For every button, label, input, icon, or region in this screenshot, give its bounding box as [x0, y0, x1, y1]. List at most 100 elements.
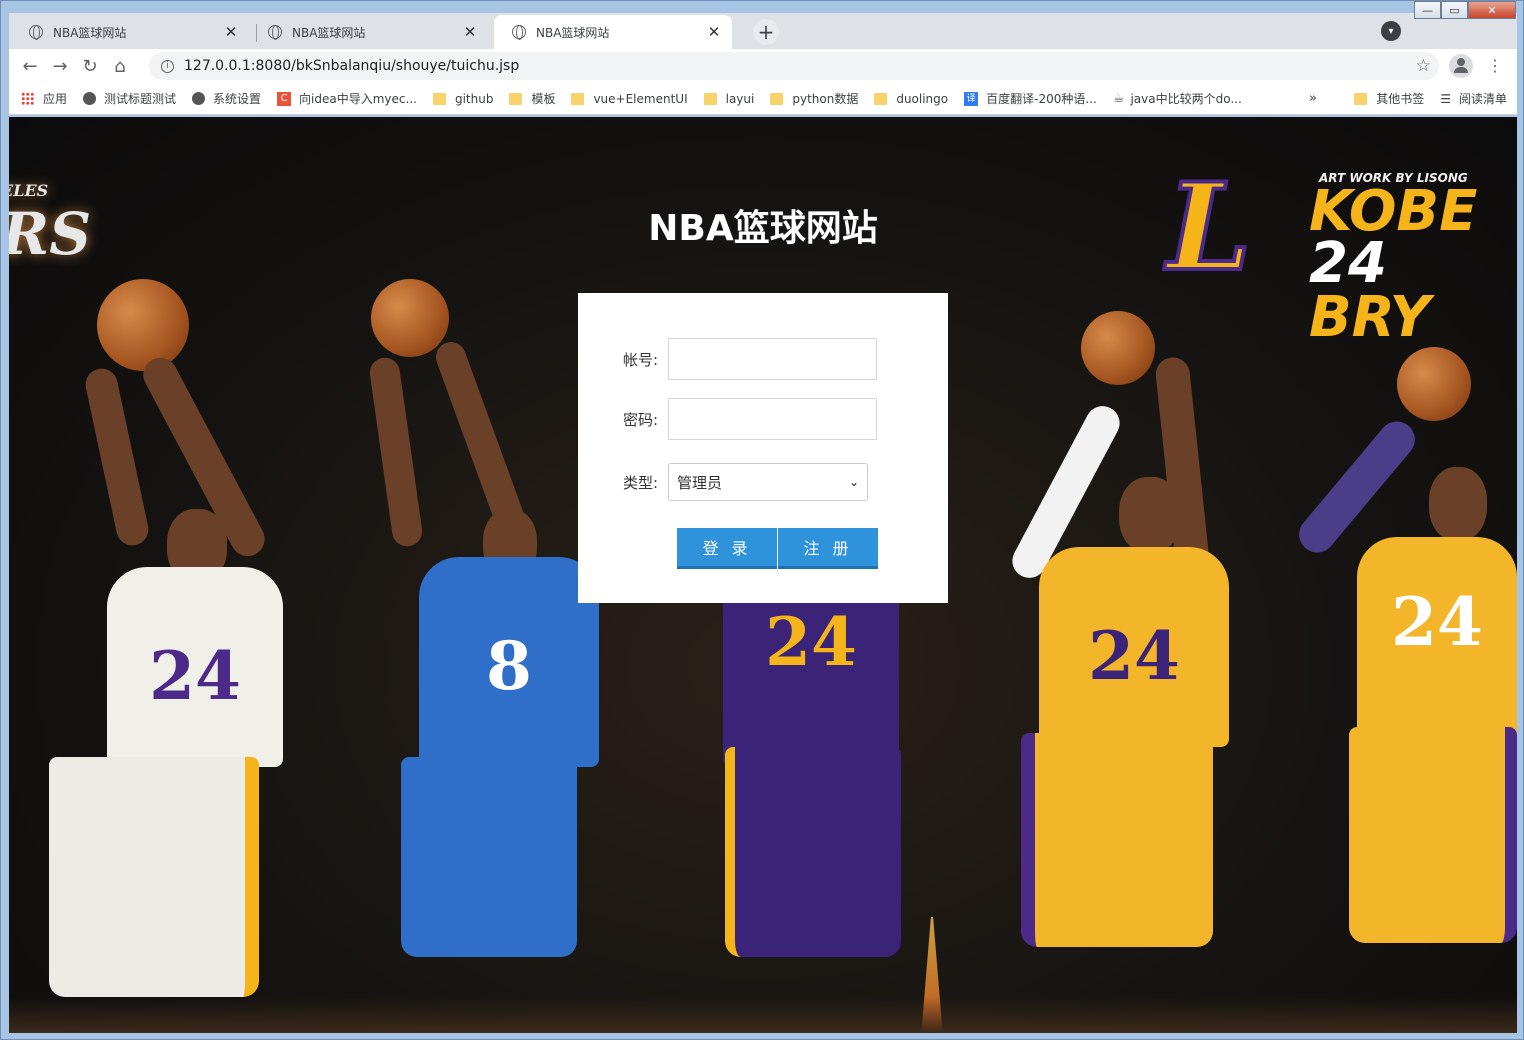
basketball-icon: [371, 279, 449, 357]
folder-icon: [571, 92, 585, 105]
tab-3-active[interactable]: NBA篮球网站 ✕: [494, 15, 732, 49]
bookmark-item[interactable]: 系统设置: [192, 90, 261, 107]
reading-list[interactable]: ☰ 阅读清单: [1440, 90, 1507, 107]
bookmarks-bar: 应用 测试标题测试 系统设置 C 向idea中导入myec... github 模…: [9, 83, 1517, 115]
bookmark-label: 其他书签: [1376, 92, 1425, 106]
bookmark-label: layui: [725, 91, 755, 106]
jersey-gold: 24: [1039, 547, 1229, 747]
password-row: 密码:: [578, 398, 877, 440]
tab-title: NBA篮球网站: [53, 25, 127, 40]
bookmark-folder[interactable]: 模板: [509, 90, 555, 107]
csdn-icon: C: [277, 91, 292, 106]
user-type-selected: 管理员: [677, 473, 723, 492]
user-type-select[interactable]: 管理员 ⌄: [668, 463, 868, 501]
folder-icon: [874, 92, 888, 105]
password-label: 密码:: [622, 410, 658, 429]
folder-icon: [432, 92, 446, 105]
apps-icon: [21, 92, 34, 105]
reload-icon[interactable]: ↻: [75, 51, 105, 81]
jersey-number: 24: [765, 603, 857, 681]
bookmark-label: github: [454, 91, 494, 106]
minimize-button[interactable]: —: [1414, 1, 1441, 19]
close-window-button[interactable]: ✕: [1468, 1, 1516, 19]
bookmark-label: 系统设置: [213, 92, 262, 106]
bookmark-label: 阅读清单: [1458, 92, 1507, 106]
page-title: NBA篮球网站: [648, 208, 878, 249]
bookmark-other-folder[interactable]: 其他书签: [1354, 90, 1424, 107]
close-tab-icon[interactable]: ✕: [223, 23, 239, 41]
account-input[interactable]: [668, 338, 877, 380]
account-row: 帐号:: [578, 338, 877, 380]
player-shorts: [401, 757, 577, 957]
jersey-number: 24: [149, 637, 241, 715]
globe-icon: [268, 25, 282, 40]
page-viewport: ELESRS 24 8 24: [9, 117, 1517, 1033]
type-label: 类型:: [622, 473, 658, 492]
player-head: [1119, 477, 1181, 553]
bookmark-item[interactable]: ☕ java中比较两个do...: [1113, 90, 1242, 107]
address-bar[interactable]: i 127.0.0.1:8080/bkSnbalanqiu/shouye/tui…: [149, 52, 1439, 80]
logo-surname: BRY: [1309, 285, 1431, 350]
home-icon[interactable]: ⌂: [105, 51, 135, 81]
form-buttons: 登 录 注 册: [677, 528, 878, 569]
player-arm: [431, 337, 529, 537]
bookmark-apps[interactable]: 应用: [21, 90, 67, 107]
player-shorts: [725, 747, 901, 957]
jersey-blue: 8: [419, 557, 599, 767]
bookmark-label: 应用: [43, 92, 68, 106]
jersey-number: 8: [486, 627, 532, 705]
login-form: 帐号: 密码: 类型: 管理员 ⌄ 登 录 注 册: [578, 293, 948, 603]
logo-number-row: 24 BRY: [1309, 236, 1517, 346]
browser-window: — ▭ ✕ NBA篮球网站 ✕ NBA篮球网站 ✕ NBA篮球网站 ✕ + ▾ …: [0, 0, 1524, 1040]
bookmark-item[interactable]: 译百度翻译-200种语...: [964, 90, 1097, 107]
register-button[interactable]: 注 册: [778, 528, 878, 569]
bookmark-label: 测试标题测试: [104, 92, 177, 106]
back-icon[interactable]: ←: [15, 51, 45, 81]
player-shorts: [1349, 727, 1517, 943]
bookmark-label: 向idea中导入myec...: [299, 92, 417, 106]
player-shorts: [49, 757, 259, 997]
bookmark-item[interactable]: C 向idea中导入myec...: [277, 90, 417, 107]
maximize-button[interactable]: ▭: [1441, 1, 1468, 19]
globe-icon: [29, 25, 43, 40]
translate-icon: 译: [964, 91, 979, 106]
bookmark-label: 模板: [531, 92, 556, 106]
profile-icon[interactable]: [1449, 54, 1473, 78]
browser-toolbar: ← → ↻ ⌂ i 127.0.0.1:8080/bkSnbalanqiu/sh…: [9, 49, 1517, 83]
player-arm: [82, 365, 152, 549]
bookmark-star-icon[interactable]: ☆: [1416, 56, 1431, 76]
folder-icon: [703, 92, 717, 105]
basketball-icon: [1397, 347, 1471, 421]
forward-icon[interactable]: →: [45, 51, 75, 81]
bookmark-folder[interactable]: vue+ElementUI: [571, 92, 688, 106]
tab-strip: NBA篮球网站 ✕ NBA篮球网站 ✕ NBA篮球网站 ✕ + ▾: [9, 13, 1517, 49]
player-arm: [367, 355, 425, 549]
java-icon: ☕: [1112, 91, 1125, 106]
tab-1[interactable]: NBA篮球网站 ✕: [11, 15, 249, 49]
bookmark-label: duolingo: [896, 91, 949, 106]
tab-title: NBA篮球网站: [292, 25, 366, 40]
logo-text-top: ELES: [9, 181, 49, 200]
bookmark-folder[interactable]: github: [432, 91, 494, 106]
bookmark-folder[interactable]: python数据: [770, 90, 858, 107]
basketball-icon: [1081, 311, 1155, 385]
window-controls: — ▭ ✕: [1414, 1, 1516, 19]
tab-search-icon[interactable]: ▾: [1381, 21, 1401, 41]
close-tab-icon[interactable]: ✕: [462, 23, 478, 41]
info-icon[interactable]: i: [161, 59, 174, 73]
more-bookmarks-chevron-icon[interactable]: »: [1309, 91, 1317, 106]
bookmark-folder[interactable]: layui: [703, 91, 755, 106]
bookmark-folder[interactable]: duolingo: [874, 92, 948, 106]
folder-icon: [770, 92, 784, 105]
url-text: 127.0.0.1:8080/bkSnbalanqiu/shouye/tuich…: [184, 58, 520, 74]
tab-2[interactable]: NBA篮球网站 ✕: [250, 15, 488, 49]
menu-icon[interactable]: ⋮: [1487, 56, 1503, 75]
jersey-white: 24: [107, 567, 283, 767]
password-input[interactable]: [668, 398, 877, 440]
globe-icon: [512, 25, 526, 40]
login-button[interactable]: 登 录: [677, 528, 777, 569]
new-tab-button[interactable]: +: [753, 19, 779, 45]
bookmark-item[interactable]: 测试标题测试: [83, 90, 176, 107]
close-tab-icon[interactable]: ✕: [706, 23, 722, 41]
tab-title: NBA篮球网站: [536, 25, 610, 40]
